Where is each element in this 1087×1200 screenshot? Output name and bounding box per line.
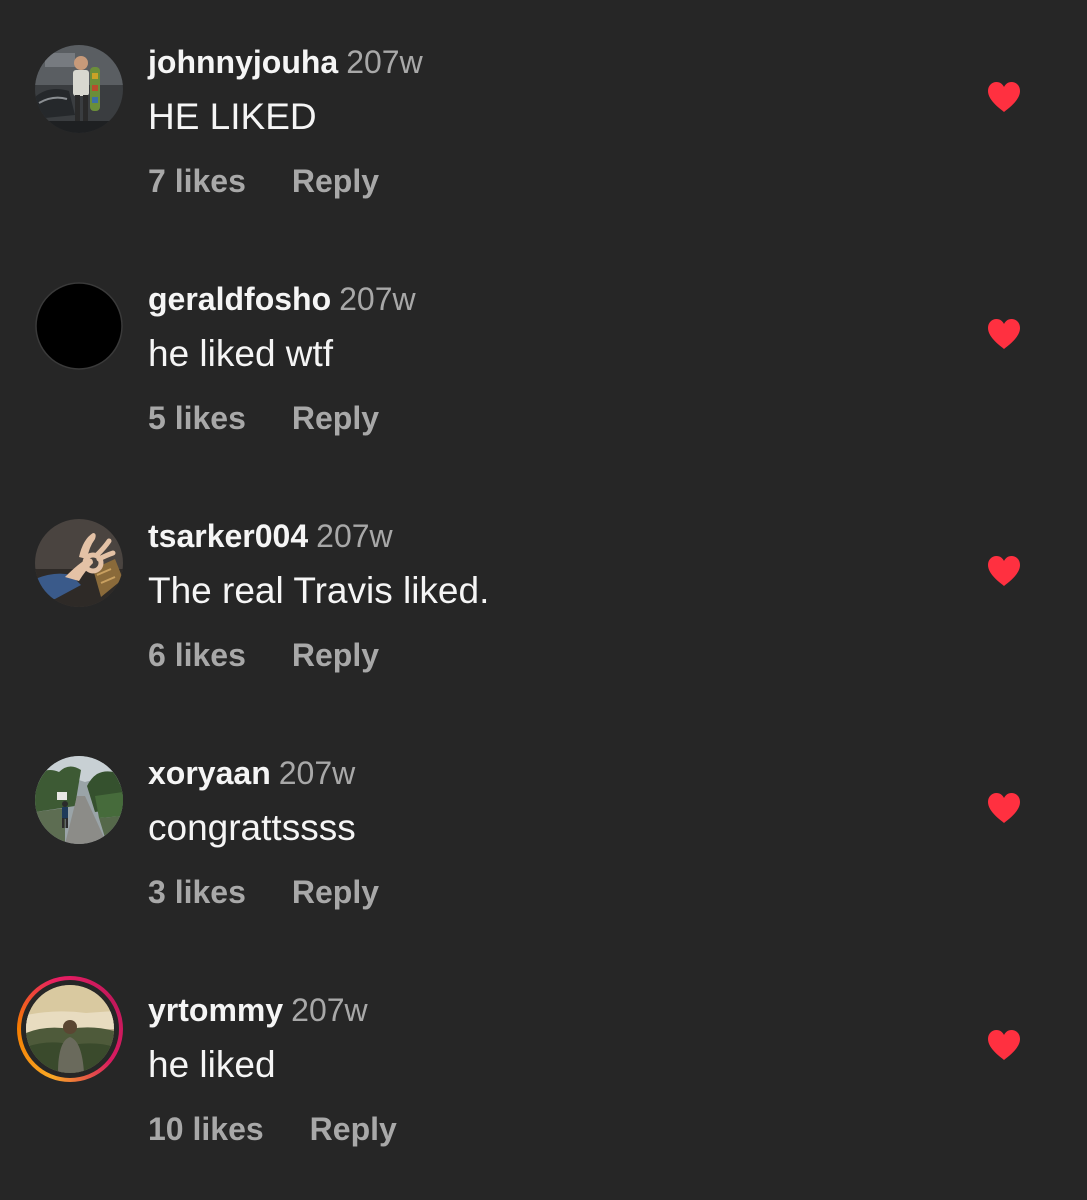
heart-filled-icon [988,319,1020,349]
comment-item: johnnyjouha 207w HE LIKED 7 likes Reply [0,0,1087,200]
comment-actions: 7 likes Reply [148,161,379,201]
timestamp: 207w [278,755,356,791]
comment-actions: 5 likes Reply [148,398,379,438]
username[interactable]: johnnyjouha [148,44,338,80]
reply-button[interactable]: Reply [292,161,379,201]
likes-count[interactable]: 3 likes [148,872,246,912]
comment-meta: xoryaan 207w [148,753,355,793]
comment-actions: 10 likes Reply [148,1109,397,1149]
comment-text: he liked wtf [148,333,334,374]
comment-item: xoryaan 207w congrattssss 3 likes Reply [0,711,1087,911]
timestamp: 207w [339,281,416,317]
avatar-photo-icon [26,985,114,1073]
username[interactable]: xoryaan [148,755,271,791]
like-button[interactable] [986,80,1022,114]
reply-button[interactable]: Reply [292,872,379,912]
username[interactable]: geraldfosho [148,281,331,317]
comment-item: tsarker004 207w The real Travis liked. 6 … [0,474,1087,674]
likes-count[interactable]: 6 likes [148,635,246,675]
comment-item: yrtommy 207w he liked 10 likes Reply [0,948,1087,1148]
avatar[interactable] [35,519,123,607]
avatar-photo-icon [35,45,123,133]
reply-button[interactable]: Reply [292,635,379,675]
avatar[interactable] [35,45,123,133]
likes-count[interactable]: 5 likes [148,398,246,438]
heart-filled-icon [988,793,1020,823]
timestamp: 207w [346,44,423,80]
comment-text: he liked [148,1044,276,1085]
heart-filled-icon [988,82,1020,112]
avatar[interactable] [17,976,123,1082]
timestamp: 207w [291,992,368,1028]
heart-filled-icon [988,1030,1020,1060]
comment-meta: johnnyjouha 207w [148,42,423,82]
comment-text: The real Travis liked. [148,570,490,611]
timestamp: 207w [316,518,393,554]
likes-count[interactable]: 10 likes [148,1109,264,1149]
comment-actions: 6 likes Reply [148,635,379,675]
heart-filled-icon [988,556,1020,586]
comment-meta: yrtommy 207w [148,990,368,1030]
comment-meta: geraldfosho 207w [148,279,416,319]
comment-meta: tsarker004 207w [148,516,393,556]
avatar-photo-icon [35,756,123,844]
avatar-placeholder-icon [35,282,123,370]
like-button[interactable] [986,791,1022,825]
likes-count[interactable]: 7 likes [148,161,246,201]
comment-text: congrattssss [148,807,356,848]
like-button[interactable] [986,317,1022,351]
username[interactable]: tsarker004 [148,518,308,554]
comment-text: HE LIKED [148,96,317,137]
comment-list: johnnyjouha 207w HE LIKED 7 likes Reply ge… [0,0,1087,1200]
avatar[interactable] [35,756,123,844]
like-button[interactable] [986,554,1022,588]
username[interactable]: yrtommy [148,992,283,1028]
comment-item: geraldfosho 207w he liked wtf 5 likes Repl… [0,237,1087,437]
avatar[interactable] [35,282,123,370]
comment-actions: 3 likes Reply [148,872,379,912]
reply-button[interactable]: Reply [292,398,379,438]
avatar-photo-icon [35,519,123,607]
reply-button[interactable]: Reply [310,1109,397,1149]
like-button[interactable] [986,1028,1022,1062]
